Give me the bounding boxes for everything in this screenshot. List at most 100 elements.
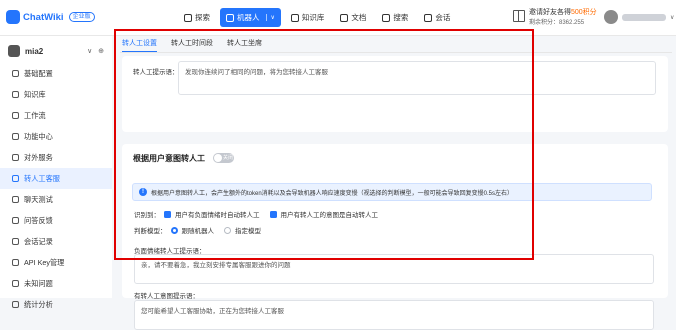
- points-label: 剩余积分：8362.255: [529, 20, 585, 26]
- question-icon: [12, 280, 19, 287]
- sidebar-item-feedback[interactable]: 问答反馈: [0, 210, 112, 231]
- nav-chat[interactable]: 会话: [418, 8, 456, 27]
- toggle-knob: [214, 154, 222, 162]
- sidebar-item-workflow[interactable]: 工作流: [0, 105, 112, 126]
- intent-prompt-label: 有转人工意图提示语：: [134, 293, 199, 300]
- tab-transfer-settings[interactable]: 转人工设置: [122, 36, 157, 52]
- chart-icon: [12, 301, 19, 308]
- main-content: 转人工设置 转人工时间段 转人工坐席 转人工提示语： 发现你连续问了相同的问题，…: [112, 36, 676, 330]
- transfer-intent-checkbox[interactable]: [269, 210, 277, 218]
- sidebar-item-basic-config[interactable]: 基础配置: [0, 63, 112, 84]
- test-icon: [12, 196, 19, 203]
- nav-label: 搜索: [393, 13, 409, 22]
- sidebar-menu: 基础配置 知识库 工作流 功能中心 对外服务 转人工客服 聊天测试 问答反馈 会…: [0, 63, 112, 315]
- sidebar-item-external[interactable]: 对外服务: [0, 147, 112, 168]
- negative-prompt-input[interactable]: 亲，请不要着急，我立刻安排专属客服跟进你的问题: [134, 254, 654, 284]
- sidebar-item-label: 知识库: [24, 89, 46, 99]
- function-icon: [12, 133, 19, 140]
- settings-tabs: 转人工设置 转人工时间段 转人工坐席: [120, 36, 672, 53]
- user-menu[interactable]: ∨: [604, 10, 674, 24]
- gift-icon: [513, 10, 525, 22]
- sidebar-item-history[interactable]: 会话记录: [0, 231, 112, 252]
- sidebar-item-label: 基础配置: [24, 68, 53, 78]
- app-name: ChatWiki: [23, 11, 64, 23]
- nav-search[interactable]: 搜索: [376, 8, 414, 27]
- avatar: [604, 10, 618, 24]
- sidebar-item-knowledge[interactable]: 知识库: [0, 84, 112, 105]
- main-nav: 探索 机器人 ∨ 知识库 文档 搜索 会话: [178, 8, 456, 27]
- sidebar-item-label: 功能中心: [24, 131, 53, 141]
- sidebar-item-chat-test[interactable]: 聊天测试: [0, 189, 112, 210]
- sidebar-item-api-key[interactable]: API Key管理: [0, 252, 112, 273]
- nav-robot[interactable]: 机器人 ∨: [220, 8, 281, 27]
- book-icon: [290, 13, 299, 22]
- edition-badge: 企业版: [68, 12, 95, 22]
- transfer-prompt-card: 转人工提示语： 发现你连续问了相同的问题，将为您转接人工客服: [122, 56, 668, 132]
- key-icon: [12, 259, 19, 266]
- invite-text: 邀请好友各得: [529, 9, 571, 16]
- app-logo[interactable]: ChatWiki 企业版: [6, 10, 95, 24]
- sidebar-item-stats[interactable]: 统计分析: [0, 294, 112, 315]
- nav-label: 文档: [351, 13, 367, 22]
- settings-icon: [12, 70, 19, 77]
- recognize-label: 识别到：: [134, 212, 160, 219]
- specify-model-label: 指定模型: [235, 228, 261, 235]
- robot-selector[interactable]: mia2 ∨ ⊕: [8, 42, 108, 60]
- tab-transfer-time[interactable]: 转人工时间段: [171, 36, 213, 52]
- compass-icon: [184, 13, 192, 22]
- intent-prompt-input[interactable]: 您可能希望人工客服协助，正在为您转接人工客服: [134, 300, 654, 330]
- intent-toggle[interactable]: 关闭: [213, 153, 234, 163]
- transfer-prompt-label: 转人工提示语：: [133, 69, 179, 76]
- model-row: 判断模型： 跟随机器人 指定模型: [134, 225, 261, 235]
- nav-label: 会话: [435, 13, 451, 22]
- info-notice: ! 根据用户意图转人工，会产生额外的token消耗以及会导致机器人响应速度变慢（…: [132, 183, 652, 201]
- sidebar-item-unknown[interactable]: 未知问题: [0, 273, 112, 294]
- robot-controls[interactable]: ∨ ⊕: [87, 47, 106, 55]
- sidebar-item-label: API Key管理: [24, 257, 65, 267]
- book-icon: [12, 91, 19, 98]
- follow-robot-radio[interactable]: [170, 226, 178, 234]
- sidebar-item-label: 转人工客服: [24, 173, 60, 183]
- document-icon: [340, 13, 349, 22]
- sidebar-item-label: 统计分析: [24, 299, 53, 309]
- chevron-down-icon[interactable]: ∨: [265, 14, 275, 21]
- feedback-icon: [12, 217, 19, 224]
- robot-name: mia2: [25, 46, 44, 56]
- nav-label: 探索: [195, 13, 210, 22]
- top-bar: ChatWiki 企业版 探索 机器人 ∨ 知识库 文档 搜索 会话 邀请好友各得…: [0, 0, 676, 36]
- sidebar-item-label: 工作流: [24, 110, 46, 120]
- info-icon: !: [139, 188, 147, 196]
- headset-icon: [12, 175, 19, 182]
- robot-icon: [226, 13, 234, 22]
- specify-model-radio[interactable]: [224, 226, 231, 234]
- sidebar-item-human-agent[interactable]: 转人工客服: [0, 168, 112, 189]
- recognize-row: 识别到： 用户有负面情绪时自动转人工 用户有转人工的意图是自动转人工: [134, 209, 378, 219]
- sidebar-item-label: 问答反馈: [24, 215, 53, 225]
- nav-label: 机器人: [237, 13, 260, 22]
- user-name-blurred: [622, 13, 666, 21]
- transfer-intent-label: 用户有转人工的意图是自动转人工: [280, 212, 379, 219]
- nav-knowledge[interactable]: 知识库: [285, 8, 331, 27]
- model-label: 判断模型：: [134, 228, 167, 235]
- sidebar-item-functions[interactable]: 功能中心: [0, 126, 112, 147]
- robot-icon: [8, 45, 20, 57]
- negative-emotion-label: 用户有负面情绪时自动转人工: [175, 212, 260, 219]
- nav-label: 知识库: [301, 13, 325, 22]
- info-text: 根据用户意图转人工，会产生额外的token消耗以及会导致机器人响应速度变慢（视选…: [151, 190, 514, 197]
- sidebar-item-label: 对外服务: [24, 152, 53, 162]
- transfer-prompt-input[interactable]: 发现你连续问了相同的问题，将为您转接人工客服: [178, 61, 656, 95]
- sidebar-item-label: 会话记录: [24, 236, 53, 246]
- tab-transfer-seats[interactable]: 转人工坐席: [227, 36, 262, 52]
- logo-icon: [6, 10, 20, 24]
- negative-emotion-checkbox[interactable]: [164, 210, 171, 218]
- chevron-down-icon: ∨: [670, 14, 675, 21]
- nav-explore[interactable]: 探索: [178, 8, 216, 27]
- search-icon: [382, 13, 391, 22]
- invite-banner[interactable]: 邀请好友各得500积分 剩余积分：8362.255: [513, 8, 597, 28]
- intent-transfer-card: 根据用户意图转人工 关闭 ! 根据用户意图转人工，会产生额外的token消耗以及…: [122, 144, 668, 300]
- nav-docs[interactable]: 文档: [334, 8, 372, 27]
- history-icon: [12, 238, 19, 245]
- sidebar-item-label: 聊天测试: [24, 194, 53, 204]
- sidebar-item-label: 未知问题: [24, 278, 53, 288]
- workflow-icon: [12, 112, 19, 119]
